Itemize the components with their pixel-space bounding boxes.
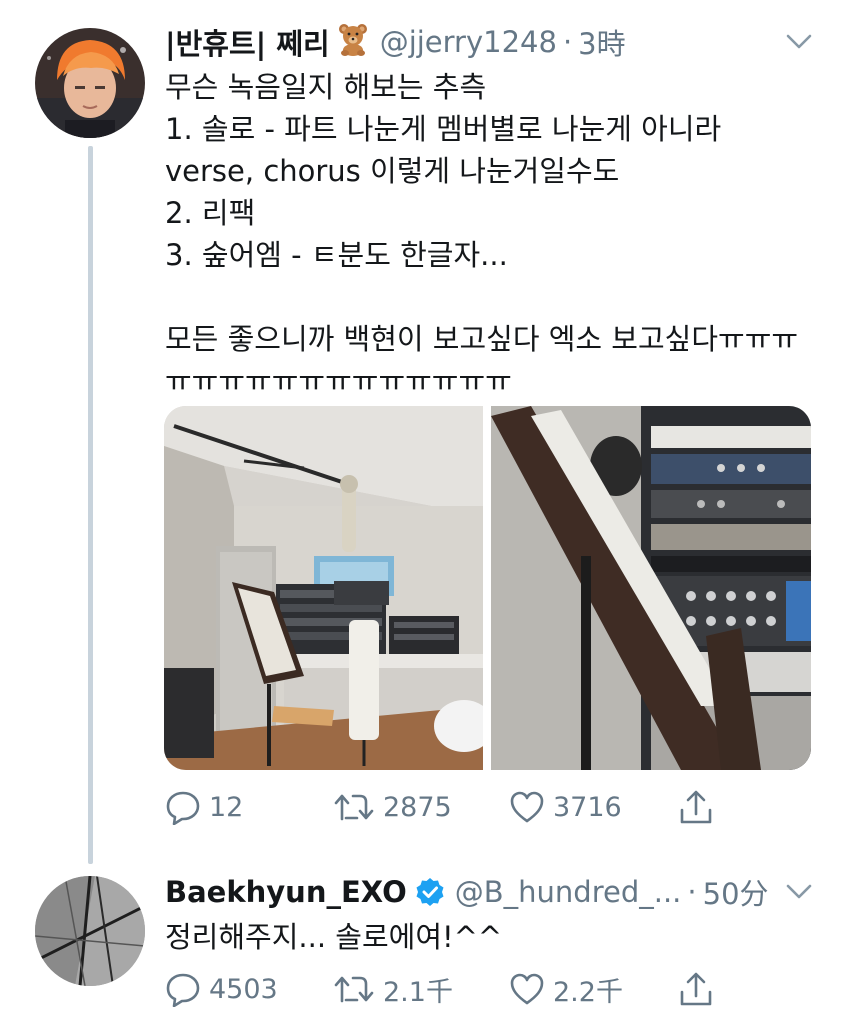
teddy-bear-icon: [336, 22, 370, 63]
tweet-text-line: 모든 좋으니까 백현이 보고싶다 엑소 보고싶다ㅠㅠㅠ: [165, 322, 799, 356]
media-grid: [164, 406, 811, 770]
retweet-count: 2875: [383, 791, 452, 823]
caret-down-icon[interactable]: [785, 32, 813, 52]
display-name[interactable]: |반휴트| 쩨리: [165, 21, 330, 63]
tweet-text-line: 3. 숲어엠 - ㅌ분도 한글자...: [165, 238, 508, 272]
tweet-header: Baekhyun_EXO @B_hundred_... · 50分: [165, 868, 813, 916]
tweet-text-line: [165, 276, 813, 318]
avatar[interactable]: [35, 28, 145, 138]
studio-room-photo[interactable]: [164, 406, 483, 770]
tweet-actions: 12 2875 3716: [165, 784, 725, 830]
reply-icon: [166, 791, 200, 825]
like-count: 3716: [553, 791, 622, 823]
tweet-text-line: 2. 리팩: [165, 196, 256, 230]
like-button[interactable]: 2.2千: [509, 970, 623, 1009]
verified-badge-icon: [415, 877, 445, 907]
tweet-text-line: ㅠㅠㅠㅠㅠㅠㅠㅠㅠㅠㅠㅠㅠ: [165, 364, 512, 398]
share-icon: [680, 790, 712, 824]
share-button[interactable]: [679, 788, 713, 826]
timestamp[interactable]: 50分: [703, 871, 769, 913]
retweet-icon: [334, 976, 374, 1003]
like-count: 2.2千: [553, 976, 623, 1008]
like-button[interactable]: 3716: [509, 790, 622, 824]
separator: ·: [687, 875, 697, 909]
tweet-text: 정리해주지... 솔로에여!^^: [165, 916, 813, 958]
tweet[interactable]: Baekhyun_EXO @B_hundred_... · 50分 정리해주지.…: [0, 860, 849, 1024]
display-name[interactable]: Baekhyun_EXO: [165, 875, 407, 909]
reply-icon: [166, 973, 200, 1007]
tweet-text-line: verse, chorus 이렇게 나눈거일수도: [165, 154, 620, 188]
retweet-count: 2.1千: [383, 976, 453, 1008]
tweet-header: |반휴트| 쩨리 @jjerry1248 · 3時: [165, 18, 813, 66]
reply-button[interactable]: 4503: [165, 971, 278, 1007]
tweet[interactable]: |반휴트| 쩨리 @jjerry1248 · 3時 무슨 녹음일지 해보는 추측…: [0, 0, 849, 864]
avatar[interactable]: [35, 876, 145, 986]
tweet-text-line: 무슨 녹음일지 해보는 추측: [165, 70, 487, 104]
tweet-text-line: 1. 솔로 - 파트 나눈게 멤버별로 나눈게 아니라: [165, 112, 722, 146]
handle[interactable]: @B_hundred_...: [455, 875, 682, 909]
reply-count: 4503: [209, 973, 278, 1005]
reply-button[interactable]: 12: [165, 789, 243, 825]
share-button[interactable]: [679, 970, 713, 1008]
reply-count: 12: [209, 791, 244, 823]
like-icon: [510, 973, 544, 1005]
handle[interactable]: @jjerry1248: [380, 25, 557, 59]
thread-connector-line: [88, 146, 93, 864]
separator: ·: [562, 25, 573, 59]
tweet-text-line: 정리해주지... 솔로에여!^^: [165, 920, 503, 954]
music-stand-closeup-photo[interactable]: [491, 406, 811, 770]
tweet-actions: 4503 2.1千 2.2千: [165, 966, 725, 1012]
retweet-button[interactable]: 2875: [333, 789, 452, 825]
retweet-icon: [334, 794, 374, 821]
retweet-button[interactable]: 2.1千: [333, 970, 453, 1009]
like-icon: [510, 791, 544, 823]
tweet-text: 무슨 녹음일지 해보는 추측 1. 솔로 - 파트 나눈게 멤버별로 나눈게 아…: [165, 66, 813, 402]
caret-down-icon[interactable]: [785, 882, 813, 902]
timestamp[interactable]: 3時: [578, 21, 625, 63]
share-icon: [680, 972, 712, 1006]
